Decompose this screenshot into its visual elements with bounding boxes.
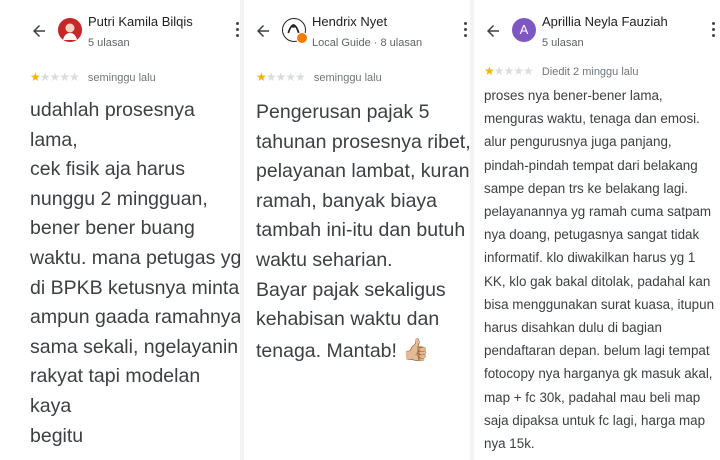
review-text: Pengerusan pajak 5 tahunan prosesnya rib… [256, 98, 470, 366]
more-vert-icon[interactable] [712, 22, 716, 38]
thumbs-up-emoji: 👍🏼 [402, 336, 430, 362]
review-time: seminggu lalu [87, 72, 156, 84]
rating-row: ★★★★★ Diedit 2 minggu lalu [484, 64, 638, 78]
avatar[interactable]: A [512, 18, 536, 42]
local-guide-badge-icon [296, 32, 308, 44]
author-name[interactable]: Hendrix Nyet [312, 14, 387, 29]
author-meta: 5 ulasan [88, 37, 130, 49]
review-time: seminggu lalu [313, 72, 382, 84]
review-panel-3: A Aprillia Neyla Fauziah 5 ulasan ★★★★★ … [474, 0, 720, 460]
review-text: proses nya bener-bener lama, menguras wa… [484, 88, 715, 452]
back-arrow-icon[interactable] [484, 22, 502, 40]
review-header: Hendrix Nyet Local Guide · 8 ulasan [244, 0, 470, 66]
review-time: Diedit 2 minggu lalu [541, 66, 639, 78]
author-name[interactable]: Putri Kamila Bilqis [88, 14, 193, 29]
review-text: udahlah prosesnya lama, cek fisik aja ha… [30, 99, 240, 447]
star-rating: ★★★★★ [30, 70, 80, 84]
review-text-body: Pengerusan pajak 5 tahunan prosesnya rib… [256, 101, 470, 362]
avatar[interactable] [58, 18, 82, 42]
rating-row: ★★★★★ seminggu lalu [256, 70, 382, 84]
review-panel-2: Hendrix Nyet Local Guide · 8 ulasan ★★★★… [244, 0, 470, 460]
author-meta: 5 ulasan [542, 37, 584, 49]
review-header: A Aprillia Neyla Fauziah 5 ulasan [474, 0, 720, 66]
review-panel-1: Putri Kamila Bilqis 5 ulasan ★★★★★ semin… [0, 0, 240, 460]
back-arrow-icon[interactable] [254, 22, 272, 40]
back-arrow-icon[interactable] [30, 22, 48, 40]
rating-row: ★★★★★ seminggu lalu [30, 70, 156, 84]
author-name[interactable]: Aprillia Neyla Fauziah [542, 14, 668, 29]
star-rating: ★★★★★ [256, 70, 306, 84]
star-rating: ★★★★★ [484, 64, 534, 78]
author-meta: Local Guide · 8 ulasan [312, 37, 423, 49]
more-vert-icon[interactable] [464, 22, 468, 38]
review-header: Putri Kamila Bilqis 5 ulasan [0, 0, 240, 66]
